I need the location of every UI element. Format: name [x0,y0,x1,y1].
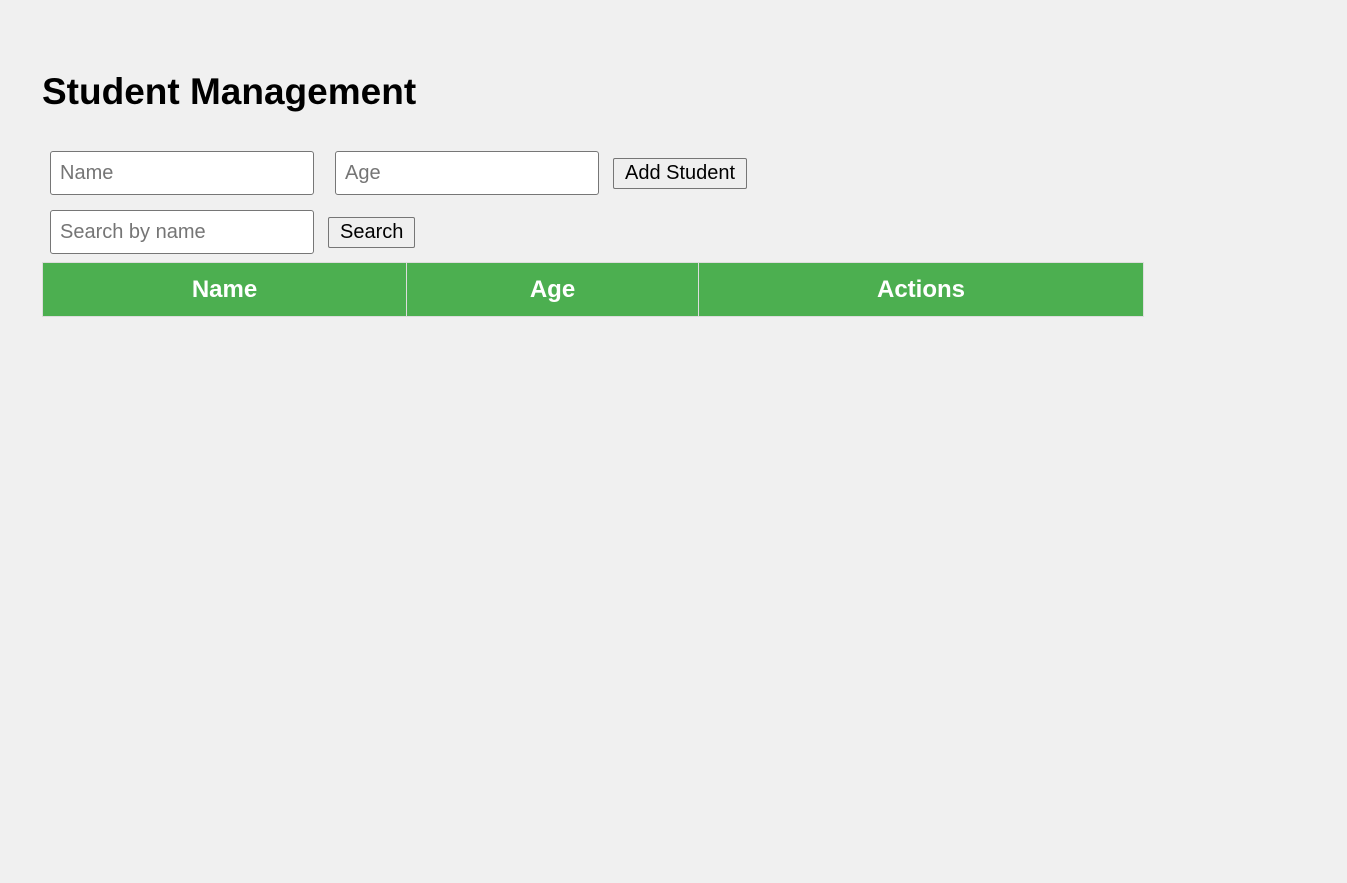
search-button[interactable]: Search [328,216,416,248]
student-table: Name Age Actions [42,262,1144,317]
column-header-name: Name [42,262,407,317]
search-input[interactable] [50,210,314,254]
age-input[interactable] [335,151,599,195]
column-header-age: Age [406,262,699,317]
column-header-actions: Actions [698,262,1144,317]
name-input[interactable] [50,151,314,195]
search-form: Search [50,210,416,254]
page-title: Student Management [42,71,417,112]
table-header-row: Name Age Actions [42,262,1144,317]
add-student-form: Add Student [50,151,748,195]
add-student-button[interactable]: Add Student [613,157,748,189]
